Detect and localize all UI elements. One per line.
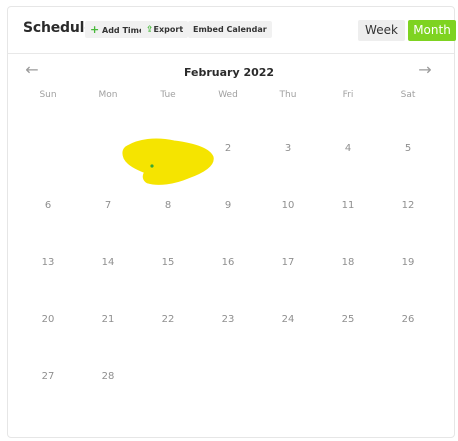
day-cell[interactable]: 3 [258, 142, 318, 199]
weekday-label: Wed [218, 90, 238, 100]
day-cell[interactable]: 20 [18, 313, 78, 370]
day-cell[interactable]: 9 [198, 199, 258, 256]
day-cell[interactable]: 7 [78, 199, 138, 256]
weekday-label: Fri [342, 90, 354, 100]
export-label: Export [153, 25, 184, 34]
weekday-label: Sun [39, 90, 57, 100]
day-cell[interactable]: 17 [258, 256, 318, 313]
week-row: 6 7 8 9 10 11 12 [18, 199, 438, 256]
day-cell[interactable]: 23 [198, 313, 258, 370]
day-cell[interactable]: 18 [318, 256, 378, 313]
day-cell[interactable]: 21 [78, 313, 138, 370]
day-cell[interactable] [378, 370, 438, 427]
month-view-button[interactable]: Month [408, 20, 456, 41]
embed-calendar-button[interactable]: Embed Calendar [188, 21, 272, 38]
day-cell[interactable]: 25 [318, 313, 378, 370]
weekday-label: Thu [279, 90, 297, 100]
day-cell[interactable]: 15 [138, 256, 198, 313]
day-cell[interactable]: 19 [378, 256, 438, 313]
day-cell[interactable]: 26 [378, 313, 438, 370]
page-title: Schedule [23, 20, 94, 36]
day-cell[interactable]: 6 [18, 199, 78, 256]
day-cell[interactable]: 10 [258, 199, 318, 256]
day-cell[interactable]: 4 [318, 142, 378, 199]
day-cell[interactable]: 8 [138, 199, 198, 256]
schedule-header: Schedule + Add Time ⇪Export Embed Calend… [8, 7, 456, 54]
week-row: 13 14 15 16 17 18 19 [18, 256, 438, 313]
day-cell[interactable]: 27 [18, 370, 78, 427]
day-cell[interactable] [198, 370, 258, 427]
day-cell[interactable] [18, 142, 78, 199]
add-time-label: Add Time [102, 26, 145, 35]
day-cell[interactable] [138, 370, 198, 427]
day-cell[interactable]: 12 [378, 199, 438, 256]
week-row: 1 2 3 4 5 [18, 142, 438, 199]
next-month-arrow-icon[interactable]: → [416, 62, 434, 78]
calendar-grid: Sun Mon Tue Wed Thu Fri Sat 1 2 3 4 5 6 … [18, 90, 438, 427]
day-cell[interactable] [318, 370, 378, 427]
weekday-label: Mon [98, 90, 118, 100]
weekday-label: Sat [400, 90, 416, 100]
month-title: February 2022 [183, 66, 275, 79]
day-cell[interactable]: 28 [78, 370, 138, 427]
week-row: 27 28 [18, 370, 438, 427]
highlight-scribble [122, 138, 214, 185]
add-time-button[interactable]: + Add Time [85, 21, 150, 38]
day-cell[interactable]: 16 [198, 256, 258, 313]
export-button[interactable]: ⇪Export [141, 21, 189, 38]
week-view-button[interactable]: Week [358, 20, 405, 41]
scribble-dot [150, 164, 154, 168]
plus-icon: + [90, 23, 100, 36]
export-icon: ⇪ [146, 25, 154, 35]
weekday-label: Tue [160, 90, 176, 100]
day-cell[interactable]: 24 [258, 313, 318, 370]
day-cell[interactable] [258, 370, 318, 427]
week-row: 20 21 22 23 24 25 26 [18, 313, 438, 370]
day-cell[interactable]: 14 [78, 256, 138, 313]
weekday-header-row: Sun Mon Tue Wed Thu Fri Sat [18, 90, 438, 106]
day-cell[interactable]: 5 [378, 142, 438, 199]
day-cell[interactable]: 13 [18, 256, 78, 313]
day-cell[interactable]: 22 [138, 313, 198, 370]
day-cell[interactable]: 11 [318, 199, 378, 256]
